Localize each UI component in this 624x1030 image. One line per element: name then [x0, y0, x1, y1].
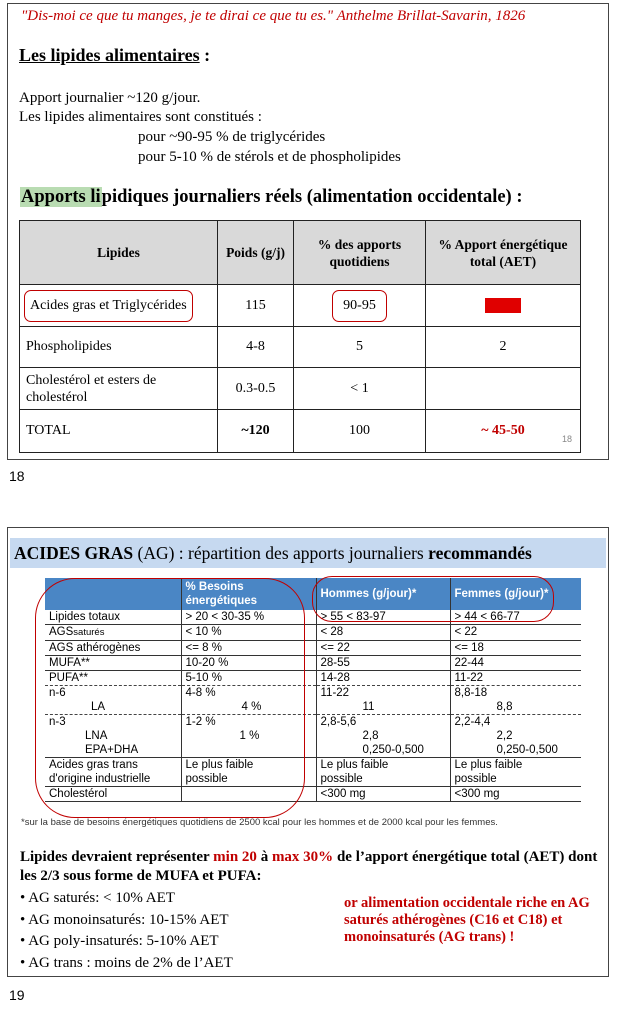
banner-middle: (AG) : répartition des apports journalie… [133, 543, 429, 563]
page-number: 18 [9, 468, 25, 484]
cell-line: 8,8-18 [454, 687, 488, 699]
sterol-line: pour 5-10 % de stérols et de phospholipi… [138, 149, 401, 165]
header-cell: Poids (g/j) [217, 220, 294, 285]
cell-line: possible [320, 773, 363, 785]
constituted-text: Les lipides alimentaires sont constitués… [19, 109, 262, 125]
apports-title: Apports lipidiques journaliers réels (al… [20, 187, 523, 208]
header-cell: % des apports quotidiens [293, 220, 426, 285]
table-cell: 90-95 [332, 289, 387, 322]
table-cell: 0.3-0.5 [217, 367, 294, 410]
lip-text: Lipides devraient représenter [20, 849, 214, 865]
table-cell: ~120 [217, 409, 294, 453]
list-item-text: AG monoinsaturés: 10-15% AET [28, 911, 229, 928]
table-cell: 4-8 [217, 326, 294, 368]
highlight-circle-right [312, 576, 554, 622]
table-cell: <300 mg [450, 786, 581, 802]
header-cell: Lipides [19, 220, 218, 285]
table-cell: < 28 [316, 624, 451, 641]
cell-line: 2,8 [362, 730, 379, 742]
cell-line: 8,8 [496, 701, 513, 713]
highlight-circle-left [35, 578, 305, 818]
apports-highlight: Apports li [20, 187, 102, 207]
cell-line: 2,2-4,4 [454, 716, 491, 728]
list-item: • AG trans : moins de 2% de l’AET [20, 954, 233, 971]
bullet-list: • AG saturés: < 10% AET • AG monoinsatur… [20, 888, 233, 974]
slide-19: ACIDES GRAS (AG) : répartition des appor… [7, 527, 609, 977]
apports-rest: pidiques journaliers réels (alimentation… [101, 187, 523, 207]
table-cell: TOTAL [19, 409, 218, 453]
section-title-text: Les lipides alimentaires [19, 45, 200, 65]
table-cell: <= 18 [450, 640, 581, 656]
cell-line: 0,250-0,500 [496, 744, 558, 756]
trig-line: pour ~90-95 % de triglycérides [138, 129, 326, 145]
table-row: Cholestérol et esters de cholestérol 0.3… [19, 367, 581, 410]
banner-bold-2: recommandés [428, 543, 532, 563]
list-item-text: AG trans : moins de 2% de l’AET [28, 954, 233, 971]
cell-line: 2,2 [496, 730, 513, 742]
table-cell [425, 367, 581, 410]
cell-line: 11 [362, 701, 375, 713]
cell-line: 0,250-0,500 [362, 744, 424, 756]
lipid-intake-table: Lipides Poids (g/j) % des apports quotid… [19, 220, 581, 453]
table-cell: Acides gras et Triglycérides [24, 289, 193, 322]
section-title-colon: : [199, 45, 211, 65]
quote: "Dis-moi ce que tu manges, je te dirai c… [21, 8, 526, 24]
table-row: Acides gras et Triglycérides 115 90-95 4… [19, 284, 581, 327]
lip-text: à [256, 849, 272, 865]
table-cell: 8,8-18 8,8 [450, 685, 581, 715]
table-header: Lipides Poids (g/j) % des apports quotid… [19, 220, 581, 285]
footnote: *sur la base de besoins énergétiques quo… [21, 817, 498, 828]
table-cell: 100 [293, 409, 426, 453]
page-number: 19 [9, 987, 25, 1003]
list-item: • AG saturés: < 10% AET [20, 890, 175, 906]
table-cell: Cholestérol et esters de cholestérol [19, 367, 218, 410]
table-cell: 11-22 11 [316, 685, 451, 715]
cell-line: possible [454, 773, 497, 785]
table-cell: 2,8-5,6 2,8 0,250-0,500 [316, 714, 451, 758]
table-cell: 2 [425, 326, 581, 368]
daily-intake: Apport journalier ~120 g/jour. [19, 90, 201, 106]
table-row: TOTAL ~120 100 ~ 45-50 [19, 409, 581, 453]
table-cell: 5 [293, 326, 426, 368]
banner-bold-1: ACIDES GRAS [14, 543, 134, 563]
table-row: Phospholipides 4-8 5 2 [19, 326, 581, 368]
lip-min: min 20 [213, 849, 257, 865]
table-cell: Le plus faible possible [450, 757, 581, 787]
table-cell: 28-55 [316, 655, 451, 671]
list-item: • AG monoinsaturés: 10-15% AET [20, 911, 229, 928]
table-cell: Phospholipides [19, 326, 218, 368]
header-cell: % Apport énergétique total (AET) [425, 220, 581, 285]
list-item-text: AG saturés: < 10% AET [28, 890, 175, 906]
table-cell: Le plus faible possible [316, 757, 451, 787]
table-cell: <= 22 [316, 640, 451, 656]
western-diet-note: or alimentation occidentale riche en AG … [344, 895, 590, 945]
table-cell: 22-44 [450, 655, 581, 671]
cell-line: Le plus faible [454, 759, 523, 771]
table-cell: 40-45 [484, 297, 522, 313]
table-cell: <300 mg [316, 786, 451, 802]
table-cell: ~ 45-50 [481, 423, 525, 438]
list-item: • AG poly-insaturés: 5-10% AET [20, 933, 219, 949]
cell-line: 11-22 [320, 687, 350, 699]
table-cell: 11-22 [450, 670, 581, 686]
lip-max: max 30% [271, 849, 334, 865]
list-item-text: AG poly-insaturés: 5-10% AET [28, 933, 219, 949]
lipids-recommendation: Lipides devraient représenter min 20 à m… [20, 848, 600, 886]
cell-line: Le plus faible [320, 759, 389, 771]
table-cell: < 22 [450, 624, 581, 641]
table-cell: 115 [217, 284, 294, 327]
section-title: Les lipides alimentaires : [19, 45, 210, 66]
corner-page-number: 18 [562, 434, 573, 444]
table-cell: 2,2-4,4 2,2 0,250-0,500 [450, 714, 581, 758]
slide-banner: ACIDES GRAS (AG) : répartition des appor… [10, 538, 606, 568]
slide-18: "Dis-moi ce que tu manges, je te dirai c… [7, 3, 609, 460]
table-cell: 14-28 [316, 670, 451, 686]
cell-line: 2,8-5,6 [320, 716, 357, 728]
table-cell: < 1 [293, 367, 426, 410]
